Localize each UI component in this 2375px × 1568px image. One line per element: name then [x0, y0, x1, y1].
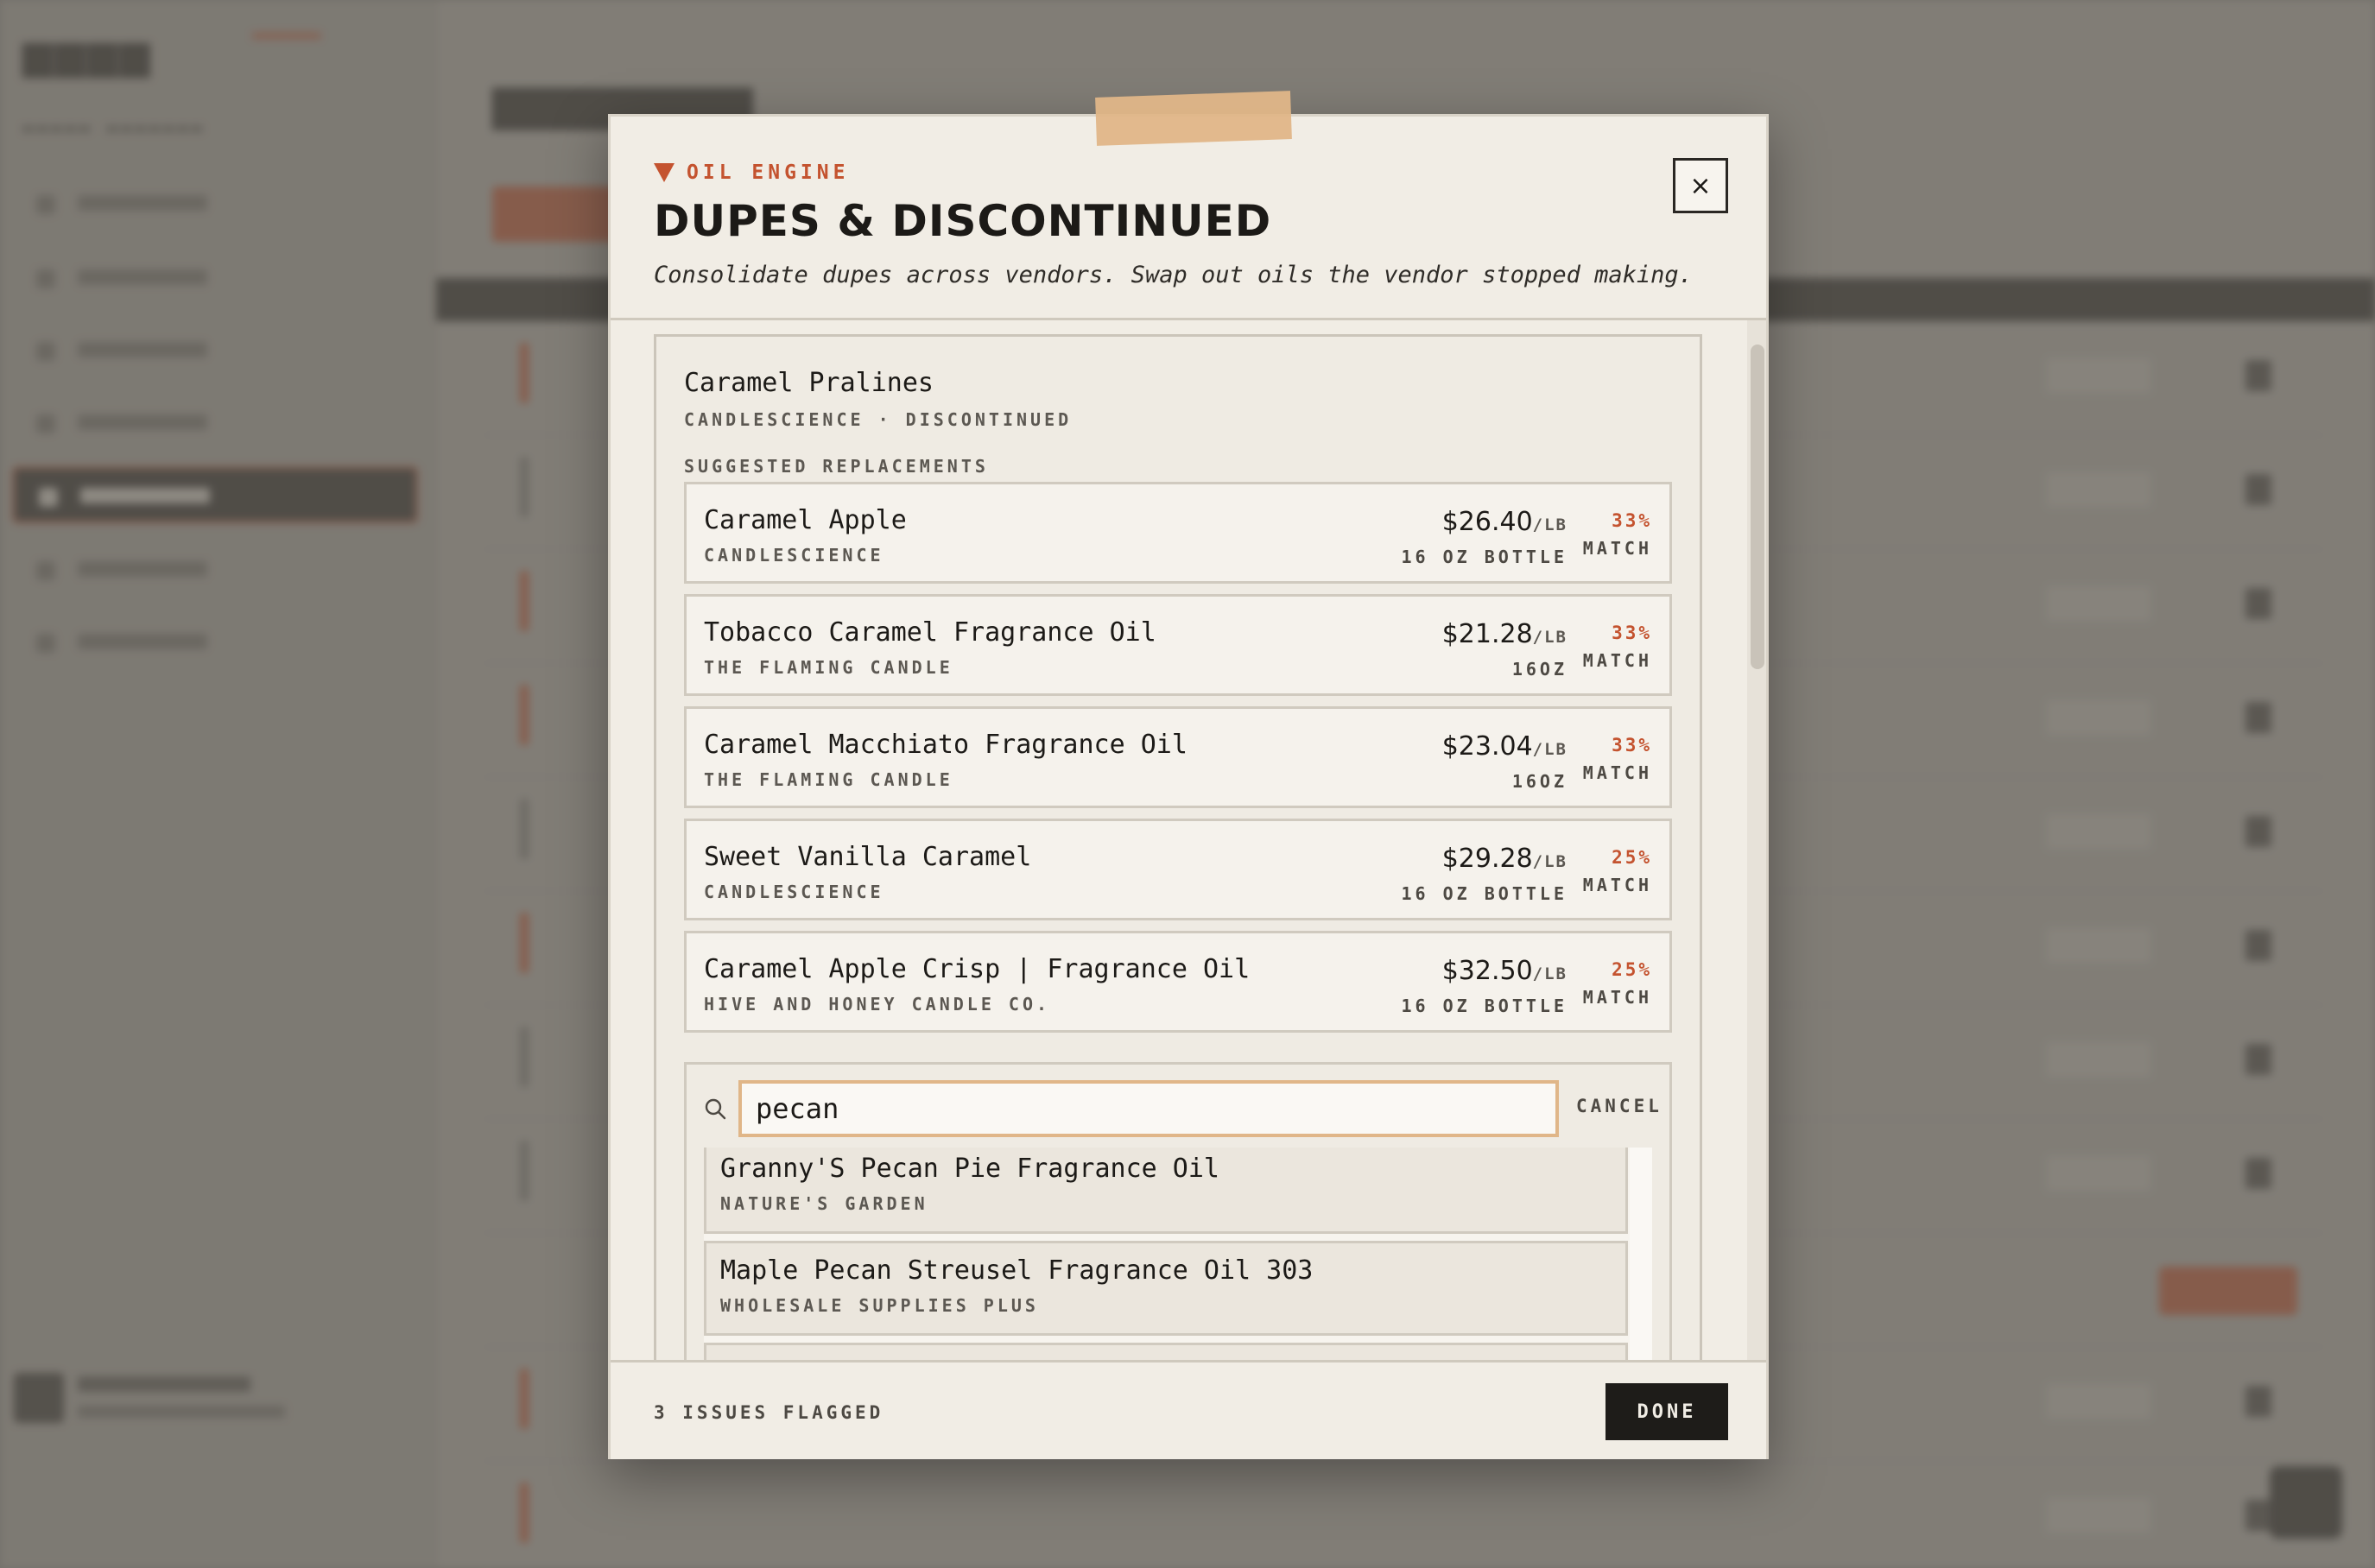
- eyebrow-label: OIL ENGINE: [687, 161, 850, 184]
- replacement-match-percent: 33%: [1612, 623, 1652, 643]
- discontinued-card: Caramel Pralines CANDLESCIENCE · DISCONT…: [654, 334, 1702, 1360]
- results-scrollbar[interactable]: [1630, 1148, 1652, 1360]
- replacement-price: $29.28/LB: [1441, 844, 1568, 874]
- search-results[interactable]: Granny'S Pecan Pie Fragrance Oil NATURE'…: [704, 1148, 1652, 1360]
- modal-body[interactable]: Caramel Pralines CANDLESCIENCE · DISCONT…: [611, 320, 1766, 1360]
- replacement-size: 16OZ: [1511, 659, 1568, 680]
- result-vendor: WHOLESALE SUPPLIES PLUS: [720, 1295, 1039, 1316]
- replacement-match-percent: 33%: [1612, 735, 1652, 756]
- replacement-match-percent: 33%: [1612, 510, 1652, 531]
- replacement-size: 16OZ: [1511, 771, 1568, 792]
- replacement-price: $32.50/LB: [1441, 956, 1568, 986]
- modal-scrollbar-thumb[interactable]: [1751, 345, 1764, 669]
- replacement-name: Caramel Apple: [704, 505, 907, 535]
- close-button[interactable]: ×: [1673, 158, 1728, 213]
- replacement-vendor: HIVE AND HONEY CANDLE CO.: [704, 994, 1051, 1015]
- replacement-match-percent: 25%: [1612, 959, 1652, 980]
- replacement-vendor: THE FLAMING CANDLE: [704, 769, 953, 790]
- search-result-item[interactable]: Granny'S Pecan Pie Fragrance Oil NATURE'…: [704, 1148, 1628, 1234]
- replacement-vendor: CANDLESCIENCE: [704, 882, 884, 902]
- search-icon: [705, 1098, 726, 1120]
- modal-eyebrow: OIL ENGINE: [654, 161, 849, 184]
- result-vendor: NATURE'S GARDEN: [720, 1193, 928, 1214]
- modal-header: OIL ENGINE DUPES & DISCONTINUED Consolid…: [611, 117, 1766, 320]
- replacement-item[interactable]: Sweet Vanilla Caramel CANDLESCIENCE $29.…: [684, 819, 1672, 920]
- issues-count: 3 ISSUES FLAGGED: [654, 1402, 884, 1423]
- replacement-match-label: MATCH: [1582, 650, 1652, 671]
- replacement-name: Tobacco Caramel Fragrance Oil: [704, 617, 1156, 648]
- search-panel: CANCEL Granny'S Pecan Pie Fragrance Oil …: [684, 1062, 1672, 1360]
- replacement-size: 16 OZ BOTTLE: [1401, 547, 1568, 567]
- done-button[interactable]: DONE: [1606, 1383, 1728, 1440]
- cancel-search-button[interactable]: CANCEL: [1576, 1096, 1662, 1116]
- triangle-down-icon: [654, 163, 674, 182]
- close-icon: ×: [1689, 170, 1712, 201]
- replacement-name: Caramel Macchiato Fragrance Oil: [704, 730, 1188, 760]
- discontinued-oil-meta: CANDLESCIENCE · DISCONTINUED: [684, 409, 1073, 430]
- replacement-item[interactable]: Tobacco Caramel Fragrance Oil THE FLAMIN…: [684, 594, 1672, 696]
- replacement-vendor: THE FLAMING CANDLE: [704, 657, 953, 678]
- replacement-vendor: CANDLESCIENCE: [704, 545, 884, 566]
- replacement-price: $21.28/LB: [1441, 619, 1568, 649]
- replacement-price: $23.04/LB: [1441, 731, 1568, 762]
- modal-subtitle: Consolidate dupes across vendors. Swap o…: [654, 262, 1693, 288]
- replacement-match-label: MATCH: [1582, 762, 1652, 783]
- dupes-modal: OIL ENGINE DUPES & DISCONTINUED Consolid…: [608, 91, 1769, 1459]
- result-name: Granny'S Pecan Pie Fragrance Oil: [720, 1154, 1219, 1184]
- replacement-price: $26.40/LB: [1441, 507, 1568, 537]
- modal-footer: 3 ISSUES FLAGGED DONE: [611, 1360, 1766, 1459]
- suggested-replacements-label: SUGGESTED REPLACEMENTS: [684, 456, 989, 477]
- search-result-item[interactable]: [704, 1343, 1628, 1360]
- replacement-match-label: MATCH: [1582, 987, 1652, 1008]
- modal-title: DUPES & DISCONTINUED: [654, 196, 1272, 246]
- replacement-size: 16 OZ BOTTLE: [1401, 883, 1568, 904]
- search-result-item[interactable]: Maple Pecan Streusel Fragrance Oil 303 W…: [704, 1241, 1628, 1336]
- replacement-name: Caramel Apple Crisp | Fragrance Oil: [704, 954, 1251, 984]
- replacement-item[interactable]: Caramel Macchiato Fragrance Oil THE FLAM…: [684, 706, 1672, 808]
- result-name: Maple Pecan Streusel Fragrance Oil 303: [720, 1255, 1314, 1286]
- replacement-match-percent: 25%: [1612, 847, 1652, 868]
- replacement-name: Sweet Vanilla Caramel: [704, 842, 1032, 872]
- replacement-size: 16 OZ BOTTLE: [1401, 996, 1568, 1016]
- replacement-item[interactable]: Caramel Apple CANDLESCIENCE $26.40/LB 16…: [684, 482, 1672, 584]
- search-input[interactable]: [738, 1080, 1559, 1137]
- replacement-match-label: MATCH: [1582, 538, 1652, 559]
- discontinued-oil-name: Caramel Pralines: [684, 368, 934, 398]
- replacement-item[interactable]: Caramel Apple Crisp | Fragrance Oil HIVE…: [684, 931, 1672, 1033]
- replacement-match-label: MATCH: [1582, 875, 1652, 895]
